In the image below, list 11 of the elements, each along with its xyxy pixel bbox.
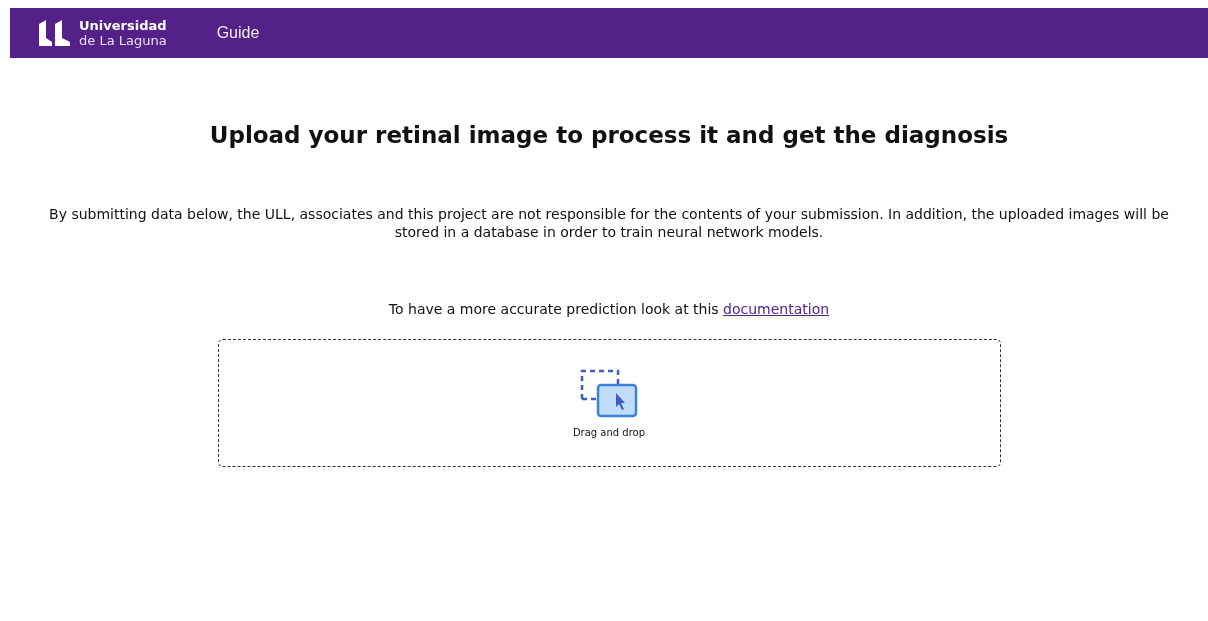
page-title: Upload your retinal image to process it and get the diagnosis bbox=[209, 122, 1009, 148]
logo-text: Universidad bbox=[79, 18, 167, 33]
nav-link[interactable]: Guide bbox=[216, 24, 260, 42]
disclaimer-text: By submitting data below, the ULL, associates and this project are not responsible for the contents of your submission. In addition, the uploaded images will be stored in a database in order to train neural network models. bbox=[48, 205, 1170, 241]
drag-drop-icon bbox=[580, 368, 638, 419]
documentation-link[interactable]: documentation bbox=[723, 301, 830, 317]
drop-zone-label: Drag and drop bbox=[572, 426, 646, 438]
logo-mark-icon bbox=[37, 20, 71, 46]
hint-text: To have a more accurate prediction look at this documentation bbox=[388, 301, 830, 317]
drop-zone[interactable]: Drag and drop bbox=[217, 339, 1001, 467]
logo-text: de La Laguna bbox=[79, 33, 167, 48]
